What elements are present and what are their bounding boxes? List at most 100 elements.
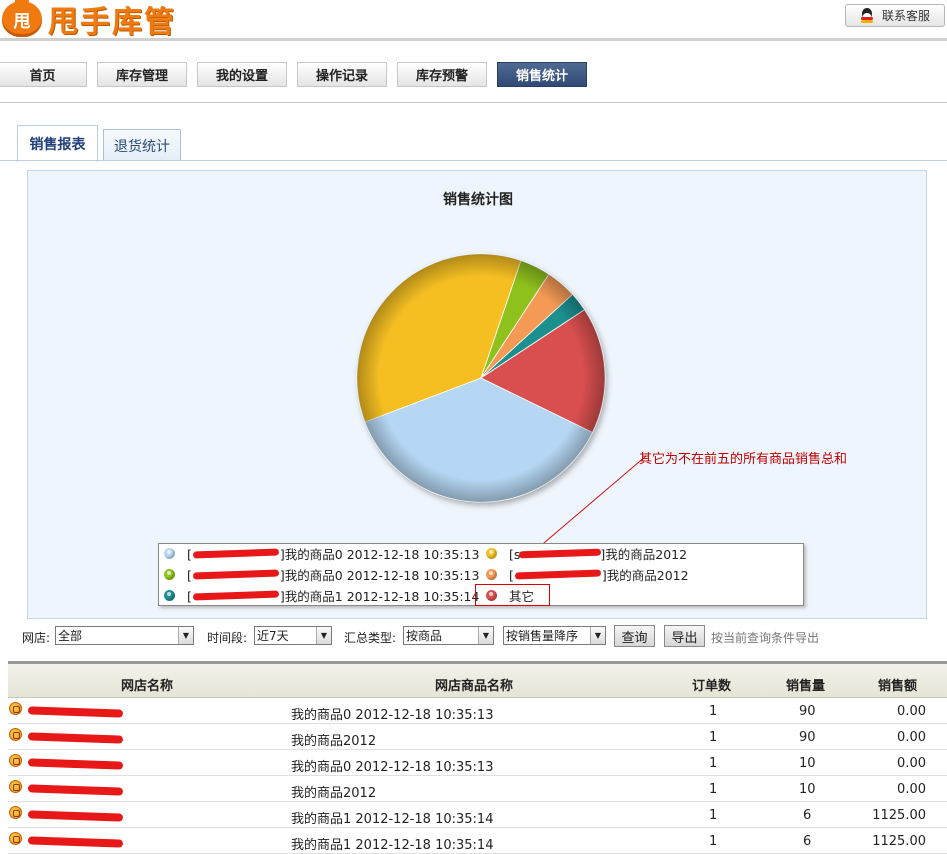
sales-chart-panel: 销售统计图 其它为不在前五的所有商品销售总和 []我的商品0 2012-12-1… xyxy=(27,170,927,619)
dropdown-arrow-icon: ▼ xyxy=(478,627,493,644)
redaction-mark xyxy=(514,569,602,579)
contact-support-label: 联系客服 xyxy=(881,9,930,23)
redaction-mark xyxy=(27,784,124,796)
redaction-mark xyxy=(518,548,602,558)
qq-penguin-icon xyxy=(860,8,874,23)
logo-bag-icon: 甩 xyxy=(2,1,42,37)
nav-divider xyxy=(0,102,947,103)
shop-icon xyxy=(9,728,22,741)
cell-product-name: 我的商品1 2012-12-18 10:35:14 xyxy=(291,812,494,827)
col-quantity: 销售量 xyxy=(786,679,826,694)
redaction-mark xyxy=(27,810,124,822)
sort-select-value: 按销售量降序 xyxy=(506,629,579,643)
header-divider xyxy=(0,38,947,41)
redaction-mark xyxy=(192,590,280,600)
query-button[interactable]: 查询 xyxy=(614,625,655,647)
export-button[interactable]: 导出 xyxy=(664,625,705,647)
cell-product-name: 我的商品0 2012-12-18 10:35:13 xyxy=(291,760,494,775)
cell-orders: 1 xyxy=(709,808,718,823)
chart-legend: []我的商品0 2012-12-18 10:35:13 [s]我的商品2012 … xyxy=(158,543,804,606)
cell-amount: 1125.00 xyxy=(872,808,926,823)
legend-swatch-icon xyxy=(164,568,175,580)
legend-swatch-icon xyxy=(486,547,497,559)
cell-product-name: 我的商品2012 xyxy=(291,734,377,749)
legend-item: []我的商品0 2012-12-18 10:35:13 xyxy=(164,543,479,563)
shop-select-value: 全部 xyxy=(58,629,83,643)
dropdown-arrow-icon: ▼ xyxy=(178,627,193,644)
cell-amount: 0.00 xyxy=(897,730,926,745)
table-row: 我的商品2012 1 10 0.00 xyxy=(8,776,947,802)
table-row: 我的商品2012 1 90 0.00 xyxy=(8,724,947,750)
redaction-mark xyxy=(27,758,124,770)
logo[interactable]: 甩 甩手库管 xyxy=(2,0,176,40)
brand-name: 甩手库管 xyxy=(48,5,176,40)
cell-amount: 0.00 xyxy=(897,756,926,771)
cell-orders: 1 xyxy=(709,756,718,771)
shop-icon xyxy=(9,702,22,715)
redaction-mark xyxy=(192,569,280,579)
period-select-value: 近7天 xyxy=(257,629,289,643)
sales-table: 网店名称 网店商品名称 订单数 销售量 销售额 我的商品0 2012-12-18… xyxy=(8,661,947,854)
group-select-value: 按商品 xyxy=(406,629,443,643)
table-row: 我的商品0 2012-12-18 10:35:13 1 90 0.00 xyxy=(8,698,947,724)
nav-item-operation-log[interactable]: 操作记录 xyxy=(297,62,387,87)
cell-orders: 1 xyxy=(709,704,718,719)
period-filter-label: 时间段: xyxy=(207,631,248,645)
nav-item-inventory[interactable]: 库存管理 xyxy=(97,62,187,87)
redaction-mark xyxy=(27,706,124,718)
cell-quantity: 10 xyxy=(799,756,816,771)
legend-item: [s]我的商品2012 xyxy=(486,543,687,563)
col-product-name: 网店商品名称 xyxy=(435,679,514,694)
legend-swatch-icon xyxy=(164,589,175,601)
contact-support-button[interactable]: 联系客服 xyxy=(845,4,945,27)
shop-icon xyxy=(9,754,22,767)
redaction-mark xyxy=(192,548,280,558)
nav-item-sales-stats[interactable]: 销售统计 xyxy=(497,62,587,87)
group-select[interactable]: 按商品 ▼ xyxy=(403,626,494,645)
cell-amount: 0.00 xyxy=(897,704,926,719)
cell-quantity: 90 xyxy=(799,704,816,719)
filter-bar: 网店: 全部 ▼ 时间段: 近7天 ▼ 汇总类型: 按商品 ▼ 按销售量降序 ▼… xyxy=(0,624,947,648)
table-header: 网店名称 网店商品名称 订单数 销售量 销售额 xyxy=(8,661,947,698)
chart-annotation: 其它为不在前五的所有商品销售总和 xyxy=(639,452,848,467)
col-amount: 销售额 xyxy=(878,679,918,694)
col-shop-name: 网店名称 xyxy=(121,679,174,694)
tab-return-stats[interactable]: 退货统计 xyxy=(103,129,181,161)
tab-divider xyxy=(0,160,947,161)
export-hint: 按当前查询条件导出 xyxy=(711,631,820,645)
shop-icon xyxy=(9,806,22,819)
nav-item-stock-alert[interactable]: 库存预警 xyxy=(397,62,487,87)
shop-select[interactable]: 全部 ▼ xyxy=(55,626,194,645)
tab-sales-report[interactable]: 销售报表 xyxy=(17,125,98,162)
cell-product-name: 我的商品0 2012-12-18 10:35:13 xyxy=(291,708,494,723)
table-row: 我的商品0 2012-12-18 10:35:13 1 10 0.00 xyxy=(8,750,947,776)
cell-quantity: 90 xyxy=(799,730,816,745)
nav-item-settings[interactable]: 我的设置 xyxy=(197,62,287,87)
main-nav: 首页 库存管理 我的设置 操作记录 库存预警 销售统计 xyxy=(0,62,947,88)
legend-item: []我的商品0 2012-12-18 10:35:13 xyxy=(164,564,479,584)
legend-item: []我的商品1 2012-12-18 10:35:14 xyxy=(164,585,479,605)
cell-orders: 1 xyxy=(709,782,718,797)
redaction-mark xyxy=(27,732,124,744)
shop-icon xyxy=(9,780,22,793)
table-body: 我的商品0 2012-12-18 10:35:13 1 90 0.00 我的商品2012… xyxy=(8,698,947,854)
cell-orders: 1 xyxy=(709,730,718,745)
dropdown-arrow-icon: ▼ xyxy=(590,627,605,644)
cell-amount: 0.00 xyxy=(897,782,926,797)
shop-filter-label: 网店: xyxy=(22,631,51,645)
other-highlight-box xyxy=(475,584,550,606)
cell-quantity: 6 xyxy=(803,808,812,823)
cell-quantity: 10 xyxy=(799,782,816,797)
period-select[interactable]: 近7天 ▼ xyxy=(254,626,332,645)
table-row: 我的商品1 2012-12-18 10:35:14 1 6 1125.00 xyxy=(8,802,947,828)
app-header: 甩 甩手库管 联系客服 xyxy=(0,0,947,44)
legend-item: []我的商品2012 xyxy=(486,564,689,584)
nav-item-home[interactable]: 首页 xyxy=(0,62,87,87)
col-orders: 订单数 xyxy=(692,679,732,694)
cell-product-name: 我的商品2012 xyxy=(291,786,377,801)
cell-product-name: 我的商品1 2012-12-18 10:35:14 xyxy=(291,838,494,853)
group-filter-label: 汇总类型: xyxy=(344,631,397,645)
sort-select[interactable]: 按销售量降序 ▼ xyxy=(503,626,606,645)
table-row: 我的商品1 2012-12-18 10:35:14 1 6 1125.00 xyxy=(8,828,947,854)
dropdown-arrow-icon: ▼ xyxy=(316,627,331,644)
